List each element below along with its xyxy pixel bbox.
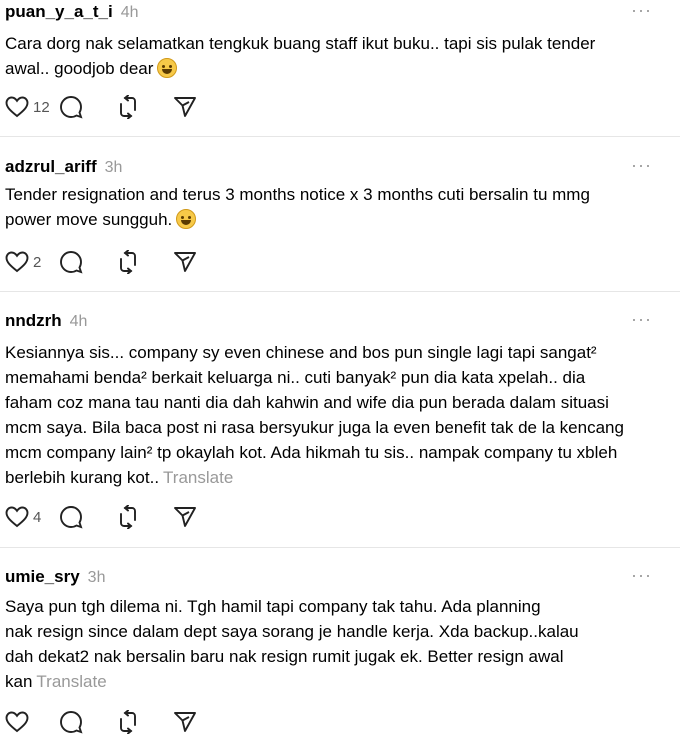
repost-icon bbox=[120, 95, 136, 119]
send-icon bbox=[174, 252, 196, 272]
share-button[interactable] bbox=[173, 250, 197, 274]
post-line: mcm company lain² tp okaylah kot. Ada hi… bbox=[5, 443, 618, 462]
reply-button[interactable] bbox=[59, 250, 116, 274]
post-line: Tender resignation and terus 3 months no… bbox=[5, 185, 590, 204]
like-button[interactable] bbox=[5, 711, 59, 733]
translate-link[interactable]: Translate bbox=[36, 672, 106, 691]
share-button[interactable] bbox=[173, 710, 197, 734]
share-button[interactable] bbox=[173, 95, 197, 119]
post-line: berlebih kurang kot.. Translate bbox=[5, 468, 234, 487]
post-line: mcm saya. Bila baca post ni rasa bersyuk… bbox=[5, 418, 624, 437]
like-count: 4 bbox=[33, 508, 42, 526]
repost-button[interactable] bbox=[116, 505, 173, 529]
like-button[interactable]: 2 bbox=[5, 251, 59, 273]
send-icon bbox=[174, 712, 196, 732]
share-button[interactable] bbox=[173, 505, 197, 529]
post-line: memahami benda² berkait keluarga ni.. cu… bbox=[5, 368, 586, 387]
reply-bubble-icon bbox=[60, 506, 83, 529]
repost-button[interactable] bbox=[116, 710, 173, 734]
reply-button[interactable] bbox=[59, 505, 116, 529]
post-line: awal.. goodjob dear bbox=[5, 56, 595, 81]
repost-icon bbox=[120, 250, 136, 274]
action-bar: 2 bbox=[5, 250, 197, 274]
post-line: dah dekat2 nak bersalin baru nak resign … bbox=[5, 647, 564, 666]
divider bbox=[0, 136, 680, 137]
heart-icon bbox=[5, 711, 29, 733]
like-count: 2 bbox=[33, 253, 42, 271]
post-text: Saya pun tgh dilema ni. Tgh hamil tapi c… bbox=[5, 594, 579, 694]
post-line: kan Translate bbox=[5, 672, 107, 691]
like-count: 12 bbox=[33, 98, 50, 116]
more-options-icon[interactable]: ··· bbox=[631, 309, 652, 330]
grinning-sweat-face-emoji bbox=[176, 209, 197, 229]
post-line: nak resign since dalam dept saya sorang … bbox=[5, 622, 579, 641]
post-header: nndzrh 4h bbox=[5, 311, 87, 331]
repost-icon bbox=[120, 505, 136, 529]
post-text: Cara dorg nak selamatkan tengkuk buang s… bbox=[5, 31, 595, 81]
face-with-sunglasses-emoji bbox=[157, 58, 178, 78]
heart-icon bbox=[5, 506, 29, 528]
repost-icon bbox=[120, 710, 136, 734]
action-bar: 12 bbox=[5, 95, 197, 119]
divider bbox=[0, 291, 680, 292]
timestamp: 3h bbox=[104, 159, 123, 176]
post-text: Tender resignation and terus 3 months no… bbox=[5, 182, 590, 232]
thread-replies-feed: puan_y_a_t_i 4h ··· Cara dorg nak selama… bbox=[0, 0, 680, 734]
reply-button[interactable] bbox=[59, 710, 116, 734]
action-bar: 4 bbox=[5, 505, 197, 529]
timestamp: 4h bbox=[120, 4, 139, 21]
post-line: Saya pun tgh dilema ni. Tgh hamil tapi c… bbox=[5, 597, 541, 616]
timestamp: 3h bbox=[87, 569, 106, 586]
post-header: adzrul_ariff 3h bbox=[5, 157, 122, 177]
heart-icon bbox=[5, 96, 29, 118]
reply-bubble-icon bbox=[60, 711, 83, 734]
username[interactable]: adzrul_ariff bbox=[5, 157, 97, 177]
reply-bubble-icon bbox=[60, 251, 83, 274]
send-icon bbox=[174, 507, 196, 527]
reply-bubble-icon bbox=[60, 96, 83, 119]
post-line: power move sungguh. bbox=[5, 207, 590, 232]
divider bbox=[0, 547, 680, 548]
username[interactable]: puan_y_a_t_i bbox=[5, 2, 113, 22]
post-text: Kesiannya sis... company sy even chinese… bbox=[5, 340, 624, 490]
more-options-icon[interactable]: ··· bbox=[631, 155, 652, 176]
like-button[interactable]: 12 bbox=[5, 96, 59, 118]
post-line: Kesiannya sis... company sy even chinese… bbox=[5, 343, 597, 362]
more-options-icon[interactable]: ··· bbox=[631, 0, 652, 21]
post-header: puan_y_a_t_i 4h bbox=[5, 2, 139, 22]
post-line: Cara dorg nak selamatkan tengkuk buang s… bbox=[5, 34, 596, 53]
repost-button[interactable] bbox=[116, 95, 173, 119]
reply-button[interactable] bbox=[59, 95, 116, 119]
repost-button[interactable] bbox=[116, 250, 173, 274]
username[interactable]: umie_sry bbox=[5, 567, 80, 587]
like-button[interactable]: 4 bbox=[5, 506, 59, 528]
username[interactable]: nndzrh bbox=[5, 311, 62, 331]
post-header: umie_sry 3h bbox=[5, 567, 105, 587]
post-line: faham coz mana tau nanti dia dah kahwin … bbox=[5, 393, 609, 412]
more-options-icon[interactable]: ··· bbox=[631, 565, 652, 586]
action-bar bbox=[5, 710, 197, 734]
send-icon bbox=[174, 97, 196, 117]
timestamp: 4h bbox=[69, 313, 88, 330]
heart-icon bbox=[5, 251, 29, 273]
translate-link[interactable]: Translate bbox=[163, 468, 233, 487]
